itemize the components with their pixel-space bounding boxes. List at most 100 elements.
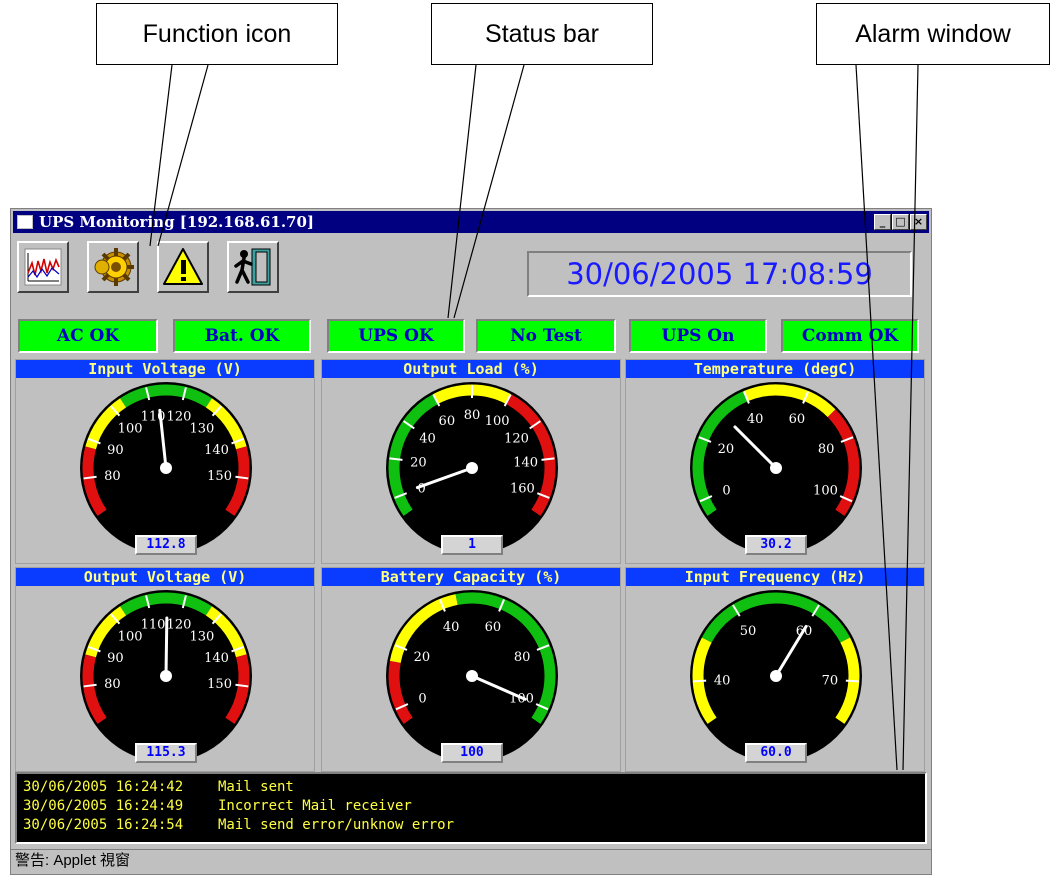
log-time: 30/06/2005 16:24:42	[23, 779, 184, 795]
gauge-input-frequency: Input Frequency (Hz) 40506070 60.0	[625, 567, 925, 772]
gauge-title: Temperature (degC)	[626, 360, 924, 378]
log-entry: 30/06/2005 16:24:49 Incorrect Mail receiv…	[23, 797, 919, 816]
gauge-value: 30.2	[745, 535, 807, 555]
callout-alarm-window: Alarm window	[816, 3, 1050, 65]
window-title: UPS Monitoring [192.168.61.70]	[39, 213, 315, 231]
dial-tick-label: 140	[204, 651, 229, 666]
dial-tick-label: 60	[439, 414, 456, 429]
log-message: Mail send error/unknow error	[218, 817, 455, 833]
dial-tick-label: 80	[104, 677, 121, 692]
log-message: Incorrect Mail receiver	[218, 798, 412, 814]
title-bar: UPS Monitoring [192.168.61.70] _ □ ×	[13, 211, 929, 233]
dial-tick-label: 60	[485, 620, 502, 635]
callout-status-bar: Status bar	[431, 3, 653, 65]
dial-tick-label: 80	[818, 442, 835, 457]
settings-button[interactable]	[87, 241, 139, 293]
dial-hub	[466, 462, 478, 474]
gauge-value: 1	[441, 535, 503, 555]
dial-tick-label: 0	[722, 484, 730, 499]
maximize-button[interactable]: □	[892, 214, 909, 230]
dial-tick-label: 100	[813, 484, 838, 499]
dial-hub	[770, 462, 782, 474]
gauge-output-load: Output Load (%) 0 20 40 60 80 100 120 140 160 1	[321, 359, 621, 564]
dial-tick-label: 120	[504, 431, 529, 446]
gauge-temperature: Temperature (degC) 0 20 40 60 80 100 30.2	[625, 359, 925, 564]
dial-tick-label: 40	[714, 674, 731, 689]
dial-hub	[160, 670, 172, 682]
gauge-battery-capacity: Battery Capacity (%) 020406080100 100	[321, 567, 621, 772]
dial-tick-label: 90	[107, 651, 124, 666]
dial-tick-label: 100	[118, 630, 143, 645]
status-ups-power: UPS On	[629, 319, 767, 353]
dial-tick-label: 100	[485, 414, 510, 429]
status-ac: AC OK	[18, 319, 158, 353]
exit-door-icon	[234, 248, 271, 286]
dial-tick	[693, 679, 707, 683]
gauge-value: 100	[441, 743, 503, 763]
dial-tick-label: 40	[419, 431, 436, 446]
gauge-title: Battery Capacity (%)	[322, 568, 620, 586]
dial-tick-label: 80	[514, 650, 531, 665]
alarm-log[interactable]: 30/06/2005 16:24:42 Mail sent 30/06/2005 …	[15, 772, 927, 844]
dial-tick-label: 100	[118, 422, 143, 437]
dial-tick-label: 60	[789, 412, 806, 427]
status-battery: Bat. OK	[173, 319, 311, 353]
dial-tick-label: 20	[718, 442, 735, 457]
status-ups: UPS OK	[327, 319, 465, 353]
log-time: 30/06/2005 16:24:49	[23, 798, 184, 814]
window-icon	[17, 215, 33, 229]
chart-icon	[24, 248, 62, 286]
log-time: 30/06/2005 16:24:54	[23, 817, 184, 833]
dial-tick-label: 20	[410, 456, 427, 471]
status-comm: Comm OK	[781, 319, 919, 353]
gauge-title: Input Frequency (Hz)	[626, 568, 924, 586]
dial-tick-label: 140	[513, 456, 538, 471]
callout-function-icon: Function icon	[96, 3, 338, 65]
log-entry: 30/06/2005 16:24:42 Mail sent	[23, 778, 919, 797]
dial-tick-label: 0	[418, 692, 426, 707]
dial-tick-label: 150	[207, 469, 232, 484]
status-test: No Test	[476, 319, 616, 353]
minimize-button[interactable]: _	[874, 214, 891, 230]
gauge-value: 60.0	[745, 743, 807, 763]
dial-tick	[845, 679, 859, 683]
gauge-input-voltage: Input Voltage (V) 80 90 100 110 120 130 140 150…	[15, 359, 315, 564]
gauge-value: 115.3	[135, 743, 197, 763]
dial-tick-label: 130	[189, 630, 214, 645]
gauge-title: Output Voltage (V)	[16, 568, 314, 586]
dial-tick-label: 150	[207, 677, 232, 692]
dial-tick-label: 110	[141, 618, 166, 633]
gauge-title: Output Load (%)	[322, 360, 620, 378]
applet-warning-bar: 警告: Applet 視窗	[11, 849, 931, 874]
datetime-display: 30/06/2005 17:08:59	[527, 251, 912, 297]
gauge-value: 112.8	[135, 535, 197, 555]
log-message: Mail sent	[218, 779, 294, 795]
dial-tick-label: 120	[167, 410, 192, 425]
close-button[interactable]: ×	[910, 214, 927, 230]
dial-hub	[160, 462, 172, 474]
dial-tick-label: 50	[740, 624, 757, 639]
dial-tick-label: 140	[204, 443, 229, 458]
dial-needle	[164, 616, 169, 678]
dial-tick-label: 40	[443, 620, 460, 635]
dial-tick-label: 80	[104, 469, 121, 484]
dial-tick-label: 80	[464, 408, 481, 423]
gauge-title: Input Voltage (V)	[16, 360, 314, 378]
dial-tick-label: 90	[107, 443, 124, 458]
dial-tick-label: 40	[747, 412, 764, 427]
dial-hub	[770, 670, 782, 682]
ups-monitoring-window: UPS Monitoring [192.168.61.70] _ □ × 30/…	[10, 208, 932, 875]
exit-button[interactable]	[227, 241, 279, 293]
chart-button[interactable]	[17, 241, 69, 293]
dial-tick-label: 130	[189, 422, 214, 437]
dial-tick-label: 120	[167, 618, 192, 633]
dial-tick-label: 70	[822, 674, 839, 689]
dial-tick-label: 20	[414, 650, 431, 665]
warning-icon	[163, 248, 203, 285]
log-entry: 30/06/2005 16:24:54 Mail send error/unkno…	[23, 816, 919, 835]
dial-hub	[466, 670, 478, 682]
alarm-button[interactable]	[157, 241, 209, 293]
gear-icon	[94, 248, 134, 286]
dial-tick-label: 160	[510, 481, 535, 496]
gauge-output-voltage: Output Voltage (V) 80 90 100 110 120 130 140 15…	[15, 567, 315, 772]
